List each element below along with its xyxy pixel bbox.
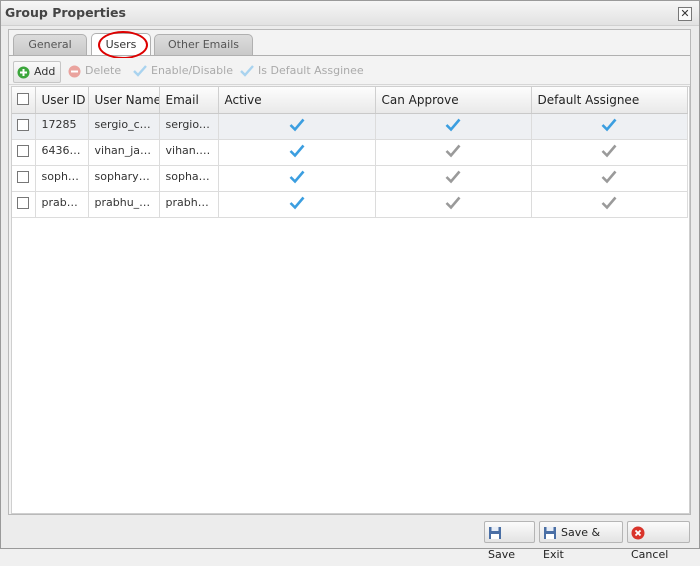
add-icon	[17, 66, 30, 78]
users-grid: User ID User Name Email Active Can Appro…	[11, 86, 690, 514]
group-properties-dialog: Group Properties ✕ General Users Other E…	[0, 0, 700, 561]
column-header-user-id[interactable]: User ID	[35, 87, 89, 114]
cell-user-id: 17285	[35, 113, 89, 140]
table-row[interactable]: 17285 sergio_ca... sergio....	[12, 113, 688, 140]
row-checkbox[interactable]	[17, 145, 30, 157]
tab-strip: General Users Other Emails	[9, 30, 690, 59]
row-checkbox[interactable]	[17, 171, 30, 183]
select-all-header[interactable]	[12, 87, 36, 114]
default-assignee-label: Is Default Assginee	[258, 64, 364, 77]
checkmark-icon	[289, 144, 304, 158]
enable-disable-label: Enable/Disable	[151, 64, 233, 77]
floppy-disk-icon	[489, 527, 501, 539]
save-label: Save	[488, 548, 516, 561]
checkmark-icon	[601, 118, 617, 132]
cell-user-name: sergio_ca...	[88, 113, 160, 140]
checkmark-icon	[601, 170, 617, 184]
header-row: User ID User Name Email Active Can Appro…	[12, 87, 688, 114]
cancel-label: Cancel	[631, 548, 669, 561]
tab-general-label: General	[28, 38, 72, 51]
checkmark-icon	[445, 170, 461, 184]
cell-can-approve[interactable]	[375, 191, 532, 218]
checkmark-icon	[445, 196, 461, 210]
cell-email: sophar...	[159, 165, 219, 192]
checkmark-icon	[445, 144, 461, 158]
table-row[interactable]: prabh... prabhu_b... prabhu...	[12, 191, 688, 218]
checkmark-icon	[133, 65, 147, 77]
cell-active[interactable]	[218, 165, 376, 192]
cell-user-name: prabhu_b...	[88, 191, 160, 218]
tab-other-emails[interactable]: Other Emails	[154, 34, 253, 55]
column-header-active[interactable]: Active	[218, 87, 376, 114]
row-select-cell[interactable]	[12, 191, 36, 218]
cell-can-approve[interactable]	[375, 139, 532, 166]
cell-default-assignee[interactable]	[531, 191, 688, 218]
cell-default-assignee[interactable]	[531, 165, 688, 192]
cell-default-assignee[interactable]	[531, 139, 688, 166]
column-header-default-assignee[interactable]: Default Assignee	[531, 87, 688, 114]
cell-active[interactable]	[218, 139, 376, 166]
column-header-can-approve[interactable]: Can Approve	[375, 87, 532, 114]
tab-general[interactable]: General	[13, 34, 87, 55]
grid-toolbar: Add Delete Enable/Disable Is Default Ass…	[9, 58, 690, 85]
default-assignee-button[interactable]: Is Default Assginee	[240, 61, 364, 81]
checkmark-icon	[601, 144, 617, 158]
column-header-email[interactable]: Email	[159, 87, 219, 114]
checkmark-icon	[289, 118, 304, 132]
close-button[interactable]: ✕	[678, 7, 692, 21]
cell-user-name: sophary_...	[88, 165, 160, 192]
row-checkbox[interactable]	[17, 197, 30, 209]
add-button[interactable]: Add	[13, 61, 62, 83]
row-select-cell[interactable]	[12, 165, 36, 192]
title-bar[interactable]: Group Properties ✕	[1, 1, 699, 26]
checkmark-icon	[289, 196, 304, 210]
cell-email: sergio....	[159, 113, 219, 140]
delete-label: Delete	[85, 64, 122, 77]
table-row[interactable]: 643607 vihan_jaj... vihan.j...	[12, 139, 688, 166]
cancel-button[interactable]: Cancel	[627, 521, 690, 561]
select-all-checkbox[interactable]	[17, 92, 30, 105]
cell-active[interactable]	[218, 191, 376, 218]
cell-default-assignee[interactable]	[531, 113, 688, 140]
save-and-exit-button[interactable]: Save & Exit	[539, 521, 623, 561]
row-select-cell[interactable]	[12, 113, 36, 140]
column-header-user-name[interactable]: User Name	[88, 87, 160, 114]
row-checkbox[interactable]	[17, 119, 30, 131]
checkmark-icon	[240, 65, 254, 77]
checkmark-icon	[289, 170, 304, 184]
enable-disable-button[interactable]: Enable/Disable	[133, 61, 233, 81]
cell-active[interactable]	[218, 113, 376, 140]
delete-button[interactable]: Delete	[68, 61, 121, 81]
cell-email: prabhu...	[159, 191, 219, 218]
cell-user-name: vihan_jaj...	[88, 139, 160, 166]
cell-user-id: sopha...	[35, 165, 89, 192]
table-row[interactable]: sopha... sophary_... sophar...	[12, 165, 688, 192]
row-select-cell[interactable]	[12, 139, 36, 166]
tab-panel: General Users Other Emails Add Delete En…	[8, 29, 691, 515]
cell-can-approve[interactable]	[375, 113, 532, 140]
cell-email: vihan.j...	[159, 139, 219, 166]
highlight-circle-annotation	[98, 31, 148, 59]
delete-icon	[68, 65, 81, 77]
tab-other-emails-label: Other Emails	[168, 38, 239, 51]
add-label: Add	[34, 65, 56, 78]
checkmark-icon	[601, 196, 617, 210]
cell-can-approve[interactable]	[375, 165, 532, 192]
cancel-icon	[631, 526, 645, 540]
save-button[interactable]: Save	[484, 521, 535, 561]
dialog-footer: Save Save & Exit Cancel	[1, 517, 699, 561]
dialog-title: Group Properties	[5, 5, 126, 20]
floppy-disk-icon	[544, 527, 556, 539]
cell-user-id: 643607	[35, 139, 89, 166]
users-table: User ID User Name Email Active Can Appro…	[12, 87, 688, 218]
cell-user-id: prabh...	[35, 191, 89, 218]
checkmark-icon	[445, 118, 461, 132]
